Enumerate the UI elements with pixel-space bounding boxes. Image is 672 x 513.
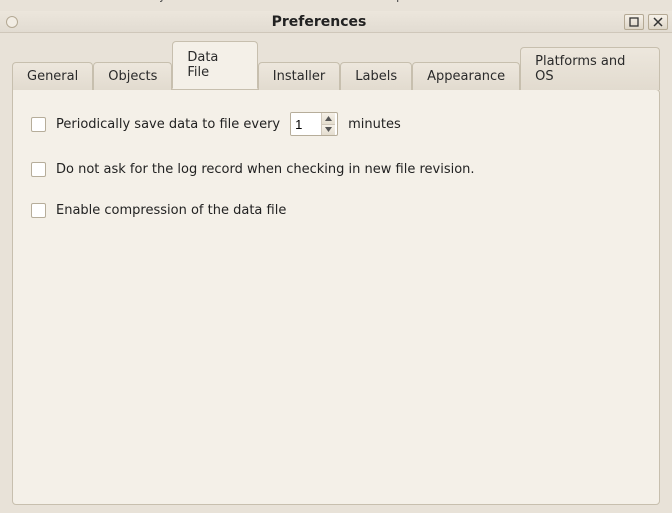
menu-edit[interactable]: Edit xyxy=(50,0,75,3)
compression-checkbox[interactable] xyxy=(31,203,46,218)
menu-rules[interactable]: Rules xyxy=(202,0,237,3)
autosave-checkbox[interactable] xyxy=(31,117,46,132)
tab-labels[interactable]: Labels xyxy=(340,62,412,90)
autosave-label-before: Periodically save data to file every xyxy=(56,117,280,132)
menu-help[interactable]: Help xyxy=(375,0,405,3)
maximize-button[interactable] xyxy=(624,14,644,30)
titlebar: Preferences xyxy=(0,11,672,33)
tab-objects[interactable]: Objects xyxy=(93,62,172,90)
menu-object[interactable]: Object xyxy=(142,0,184,3)
tab-platforms-and-os[interactable]: Platforms and OS xyxy=(520,47,660,90)
spinner-up-button[interactable] xyxy=(322,113,335,125)
compression-label: Enable compression of the data file xyxy=(56,203,286,218)
maximize-icon xyxy=(629,17,639,27)
menu-window[interactable]: Window xyxy=(305,0,356,3)
menu-file[interactable]: File xyxy=(10,0,32,3)
no-log-prompt-row: Do not ask for the log record when check… xyxy=(31,162,641,177)
menubar: File Edit View Object Rules Tools Window… xyxy=(0,0,672,11)
autosave-interval-spinner[interactable] xyxy=(290,112,338,136)
tab-installer[interactable]: Installer xyxy=(258,62,340,90)
tab-appearance[interactable]: Appearance xyxy=(412,62,520,90)
chevron-up-icon xyxy=(325,116,332,121)
client-area: General Objects Data File Installer Labe… xyxy=(0,33,672,513)
tab-data-file[interactable]: Data File xyxy=(172,41,257,89)
menu-view[interactable]: View xyxy=(93,0,124,3)
no-log-prompt-label: Do not ask for the log record when check… xyxy=(56,162,475,177)
autosave-interval-input[interactable] xyxy=(291,113,321,135)
window-badge-icon xyxy=(6,16,18,28)
window-title: Preferences xyxy=(18,14,620,30)
close-icon xyxy=(653,17,663,27)
autosave-label-after: minutes xyxy=(348,117,401,132)
spinner-down-button[interactable] xyxy=(322,125,335,136)
tab-bar: General Objects Data File Installer Labe… xyxy=(12,41,660,89)
tab-general[interactable]: General xyxy=(12,62,93,90)
tab-panel: Periodically save data to file every min… xyxy=(12,89,660,505)
close-button[interactable] xyxy=(648,14,668,30)
menu-tools[interactable]: Tools xyxy=(255,0,287,3)
no-log-prompt-checkbox[interactable] xyxy=(31,162,46,177)
autosave-row: Periodically save data to file every min… xyxy=(31,112,641,136)
compression-row: Enable compression of the data file xyxy=(31,203,641,218)
chevron-down-icon xyxy=(325,127,332,132)
